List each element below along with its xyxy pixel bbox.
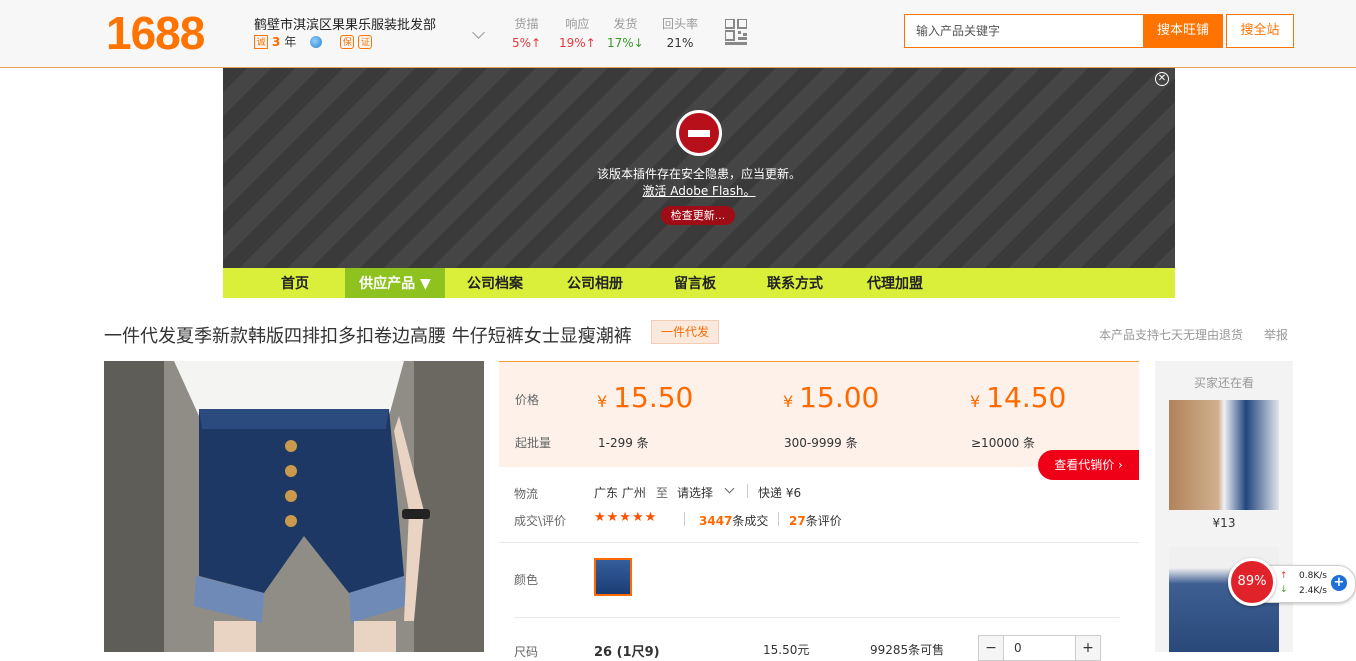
deals-number: 3447 — [699, 514, 733, 528]
trust-icon: 诚 — [254, 34, 268, 49]
shop-nav: 首页 供应产品 ▼ 公司档案 公司相册 留言板 联系方式 代理加盟 — [223, 268, 1175, 298]
size-price: 15.50元 — [763, 643, 810, 657]
quantity-plus-button[interactable]: + — [1075, 635, 1101, 661]
flash-warning-text: 该版本插件存在安全隐患，应当更新。 — [596, 167, 801, 181]
close-icon[interactable]: ✕ — [1155, 72, 1169, 86]
site-logo[interactable]: 1688 — [106, 6, 205, 60]
also-viewed-image[interactable] — [1169, 400, 1279, 510]
price-panel — [499, 361, 1139, 467]
price-tier-3: ¥14.50 — [970, 381, 1066, 414]
moq-label: 起批量 — [515, 436, 552, 450]
deals-text: 条成交 — [732, 514, 769, 528]
search-all-button[interactable]: 搜全站 — [1226, 14, 1294, 48]
reviews-text: 条评价 — [805, 514, 842, 528]
divider — [747, 484, 748, 498]
dropship-tag: 一件代发 — [651, 320, 719, 344]
separator — [499, 542, 1139, 543]
activate-flash-link-text[interactable]: 激活 Adobe Flash。 — [642, 184, 755, 198]
price-tier-2: ¥15.00 — [783, 381, 879, 414]
also-viewed-title: 买家还在看 — [1193, 376, 1254, 390]
stat-value: 5%↑ — [512, 36, 542, 50]
price-tier-1: ¥15.50 — [597, 381, 693, 414]
view-agent-price-button[interactable]: 查看代销价 › — [1038, 450, 1139, 480]
logistics-label: 物流 — [514, 487, 539, 501]
nav-products[interactable]: 供应产品 ▼ — [345, 268, 445, 298]
destination-select[interactable]: 请选择 — [677, 484, 713, 501]
divider — [684, 512, 685, 526]
quantity-input[interactable]: 0 — [1003, 635, 1076, 661]
stat-shipping: 发货 17%↓ — [607, 16, 644, 54]
separator — [514, 617, 1119, 618]
stat-label: 货描 — [514, 17, 539, 31]
product-title: 一件代发夏季新款韩版四排扣多扣卷边高腰 牛仔短裤女士显瘦潮裤 — [104, 326, 632, 347]
download-speed: 2.4K/s — [1299, 586, 1327, 596]
activate-flash-link: 激活 Adobe Flash。 — [223, 182, 1175, 199]
currency-symbol: ¥ — [970, 392, 981, 411]
nav-contact[interactable]: 联系方式 — [745, 268, 845, 298]
nav-message-board[interactable]: 留言板 — [645, 268, 745, 298]
years-value: 3 — [272, 34, 281, 49]
chevron-down-icon[interactable] — [724, 483, 735, 494]
quantity-minus-button[interactable]: − — [978, 635, 1004, 661]
upload-arrow-icon: ↑ — [1280, 571, 1288, 581]
globe-icon — [310, 35, 323, 48]
price-value: 15.00 — [799, 381, 880, 414]
years-unit: 年 — [284, 35, 297, 49]
stat-description: 货描 5%↑ — [512, 16, 541, 54]
reviews-number: 27 — [789, 514, 806, 528]
check-update-button[interactable]: 检查更新... — [661, 206, 735, 225]
company-years: 诚 3 年 保 证 — [254, 33, 373, 50]
memory-usage-circle[interactable]: 89% — [1228, 558, 1276, 606]
search-input[interactable]: 输入产品关键字 — [904, 14, 1144, 48]
qr-code-icon[interactable] — [725, 19, 747, 45]
also-viewed-price: ¥13 — [1212, 516, 1236, 530]
nav-agent-join[interactable]: 代理加盟 — [845, 268, 945, 298]
return-policy-note[interactable]: 本产品支持七天无理由退货 — [1099, 326, 1243, 343]
stat-response: 响应 19%↑ — [559, 16, 596, 54]
rating-stars: ★★★★★ — [594, 510, 658, 525]
size-value: 26 (1尺9) — [594, 645, 660, 660]
stat-return-rate: 回头率 21% — [662, 16, 698, 54]
search-shop-button[interactable]: 搜本旺铺 — [1143, 14, 1223, 48]
download-arrow-icon: ↓ — [1280, 585, 1288, 595]
qty-tier-2: 300-9999 条 — [784, 436, 858, 450]
stat-label: 回头率 — [662, 17, 699, 31]
price-value: 14.50 — [986, 381, 1067, 414]
stat-value: 17%↓ — [607, 36, 644, 50]
product-main-image[interactable] — [104, 361, 484, 652]
guarantee-icon: 保 — [340, 34, 355, 49]
size-stock: 99285条可售 — [870, 643, 945, 657]
deals-reviews-label: 成交\评价 — [514, 514, 567, 528]
certificate-icon: 证 — [358, 34, 373, 49]
logistics-to: 至 — [656, 486, 669, 500]
color-option-thumbnail[interactable] — [594, 558, 632, 596]
stat-value: 21% — [666, 36, 694, 50]
report-link[interactable]: 举报 — [1264, 326, 1288, 343]
color-label: 颜色 — [514, 573, 539, 587]
plus-icon[interactable]: + — [1331, 575, 1347, 591]
reviews-count[interactable]: 27条评价 — [789, 512, 842, 529]
currency-symbol: ¥ — [597, 392, 608, 411]
deals-count[interactable]: 3447条成交 — [699, 512, 768, 529]
stat-value: 19%↑ — [559, 36, 596, 50]
qty-tier-1: 1-299 条 — [598, 436, 649, 450]
price-label: 价格 — [515, 393, 540, 407]
qty-tier-3: ≥10000 条 — [971, 436, 1036, 450]
blocked-plugin-icon — [676, 110, 722, 156]
divider — [778, 512, 779, 526]
express-fee: 快递 ¥6 — [758, 486, 802, 500]
currency-symbol: ¥ — [783, 392, 794, 411]
nav-company-profile[interactable]: 公司档案 — [445, 268, 545, 298]
stat-label: 响应 — [565, 17, 590, 31]
nav-home[interactable]: 首页 — [245, 268, 345, 298]
company-name[interactable]: 鹤壁市淇滨区果果乐服装批发部 — [254, 14, 436, 33]
stat-label: 发货 — [613, 17, 638, 31]
nav-company-album[interactable]: 公司相册 — [545, 268, 645, 298]
logistics-origin: 广东 广州 — [594, 486, 646, 500]
price-value: 15.50 — [613, 381, 694, 414]
upload-speed: 0.8K/s — [1299, 571, 1327, 581]
